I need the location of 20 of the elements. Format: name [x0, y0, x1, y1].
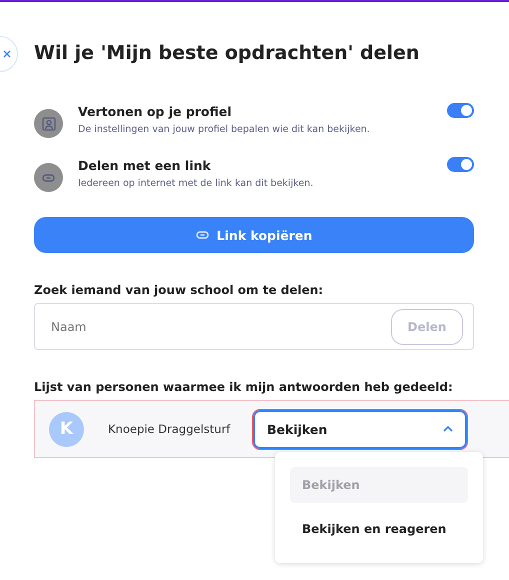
person-name: Knoepie Draggelsturf — [108, 422, 232, 436]
close-icon — [3, 50, 11, 58]
toggle-switch[interactable] — [447, 157, 474, 172]
permission-select[interactable]: Bekijken — [253, 410, 467, 448]
dropdown-option[interactable]: Bekijken — [290, 467, 468, 503]
shared-list-label: Lijst van personen waarmee ik mijn antwoorden heb gedeeld: — [34, 380, 454, 394]
link-icon — [42, 174, 55, 182]
search-label: Zoek iemand van jouw school om te delen: — [34, 283, 324, 297]
copy-link-button[interactable]: Link kopiëren — [34, 217, 474, 253]
dialog-title: Wil je 'Mijn beste opdrachten' delen — [34, 42, 420, 64]
chevron-icon — [443, 426, 453, 432]
profile-icon — [42, 116, 56, 130]
setting-description: Iedereen op internet met de link kan dit bekijken. — [78, 178, 314, 189]
avatar: K — [49, 412, 84, 446]
toggle-switch[interactable] — [447, 103, 474, 118]
setting-description: De instellingen van jouw profiel bepalen wie dit kan bekijken. — [78, 124, 371, 135]
dropdown-option[interactable]: Bekijken en reageren — [290, 511, 468, 547]
link-icon — [196, 231, 209, 239]
setting-label: Delen met een link — [78, 158, 212, 173]
setting-label: Vertonen op je profiel — [78, 104, 233, 119]
